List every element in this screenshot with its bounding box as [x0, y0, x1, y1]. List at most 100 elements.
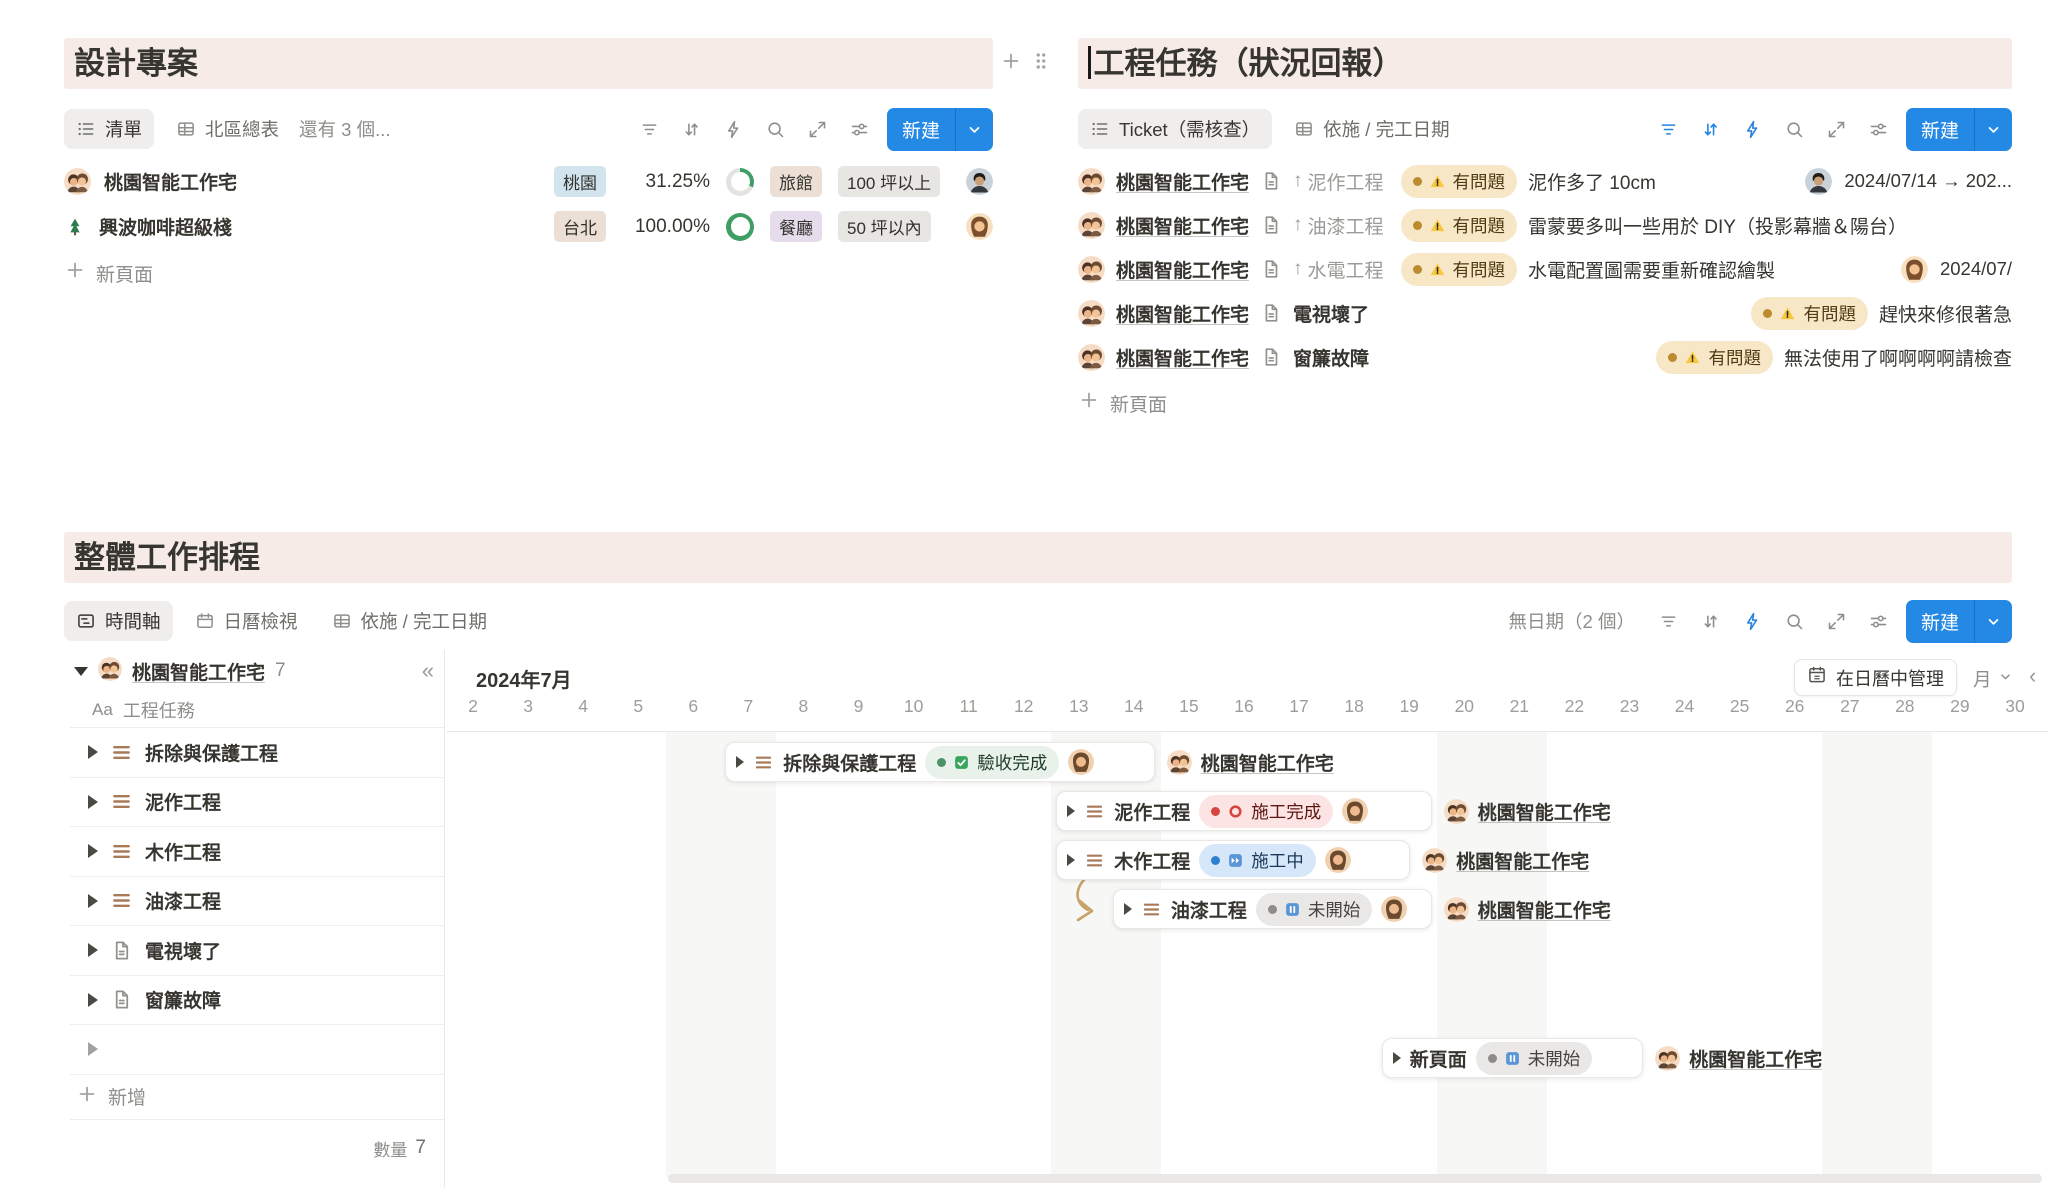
status-badge-problem[interactable]: 有問題: [1401, 209, 1518, 242]
project-row[interactable]: 興波咖啡超級棧台北100.00%餐廳50 坪以內: [64, 204, 993, 249]
timeline-bar[interactable]: 拆除與保護工程驗收完成: [725, 742, 1155, 782]
zoom-level-select[interactable]: 月: [1973, 666, 2014, 692]
bar-project-link[interactable]: 桃園智能工作宅: [1422, 847, 1589, 874]
status-badge-acceptance[interactable]: 驗收完成: [925, 746, 1059, 779]
expand-icon[interactable]: [807, 119, 828, 140]
task-label[interactable]: 泥作工程: [145, 788, 221, 815]
sidebar-group-header[interactable]: 桃園智能工作宅 7 «: [70, 650, 444, 692]
timeline-bar[interactable]: 油漆工程未開始: [1113, 889, 1432, 929]
ticket-row[interactable]: 桃園智能工作宅↑泥作工程有問題泥作多了 10cm2024/07/14 → 202…: [1078, 159, 2012, 203]
task-label[interactable]: 窗簾故障: [145, 986, 221, 1013]
new-button-chevron[interactable]: [1974, 600, 2012, 643]
tab-0[interactable]: 時間軸: [64, 601, 173, 641]
manage-in-calendar-label[interactable]: 在日曆中管理: [1836, 665, 1944, 691]
bar-project-link[interactable]: 桃園智能工作宅: [1444, 798, 1611, 825]
ticket-project-link[interactable]: 桃園智能工作宅: [1116, 344, 1249, 371]
tab-1[interactable]: 北區總表: [164, 109, 291, 149]
expand-triangle-icon[interactable]: [1067, 854, 1075, 866]
new-page-button[interactable]: 新頁面: [64, 259, 993, 287]
expand-icon[interactable]: [1826, 119, 1847, 140]
city-tag[interactable]: 台北: [554, 211, 606, 242]
ticket-project-link[interactable]: 桃園智能工作宅: [1116, 168, 1249, 195]
bolt-icon[interactable]: [723, 119, 744, 140]
project-row[interactable]: 桃園智能工作宅桃園31.25%旅館100 坪以上: [64, 159, 993, 204]
sliders-icon[interactable]: [1868, 119, 1889, 140]
manage-in-calendar-button[interactable]: 在日曆中管理: [1794, 659, 1957, 696]
search-icon[interactable]: [1784, 119, 1805, 140]
bar-project-link[interactable]: 桃園智能工作宅: [1167, 749, 1334, 776]
bolt-icon[interactable]: [1742, 119, 1763, 140]
task-label[interactable]: 拆除與保護工程: [145, 739, 278, 766]
title-column-header[interactable]: Aa 工程任務: [70, 692, 444, 728]
scroll-left-icon[interactable]: ‹: [2029, 663, 2036, 689]
bar-task-label[interactable]: 油漆工程: [1171, 896, 1247, 923]
tab-more-views[interactable]: 還有 3 個...: [299, 116, 391, 142]
add-row-label[interactable]: 新增: [108, 1083, 146, 1110]
tab-0[interactable]: 清單: [64, 109, 154, 149]
filter-icon[interactable]: [1658, 119, 1679, 140]
search-icon[interactable]: [765, 119, 786, 140]
bar-task-label[interactable]: 新頁面: [1410, 1045, 1467, 1072]
ticket-project-link[interactable]: 桃園智能工作宅: [1116, 212, 1249, 239]
bar-task-label[interactable]: 泥作工程: [1114, 798, 1190, 825]
drag-handle-icon[interactable]: [1030, 50, 1052, 77]
ticket-row[interactable]: 桃園智能工作宅窗簾故障有問題無法使用了啊啊啊啊請檢查: [1078, 335, 2012, 379]
project-name[interactable]: 興波咖啡超級棧: [99, 213, 232, 240]
tab-0[interactable]: Ticket（需核查）: [1078, 109, 1272, 149]
expand-triangle-icon[interactable]: [88, 745, 98, 759]
sidebar-task-row[interactable]: 窗簾故障: [70, 976, 444, 1026]
new-button-label[interactable]: 新建: [887, 108, 955, 151]
status-badge-problem[interactable]: 有問題: [1751, 297, 1868, 330]
new-button[interactable]: 新建: [887, 108, 993, 151]
timeline-bar[interactable]: 泥作工程施工完成: [1056, 791, 1432, 831]
expand-triangle-icon[interactable]: [1393, 1052, 1401, 1064]
sidebar-task-row[interactable]: 木作工程: [70, 827, 444, 877]
sort-icon[interactable]: [1700, 611, 1721, 632]
sidebar-task-row[interactable]: 拆除與保護工程: [70, 728, 444, 778]
bar-project-link[interactable]: 桃園智能工作宅: [1444, 896, 1611, 923]
project-name[interactable]: 桃園智能工作宅: [104, 168, 237, 195]
expand-triangle-icon[interactable]: [1067, 805, 1075, 817]
status-badge-notstarted[interactable]: 未開始: [1476, 1042, 1593, 1075]
new-button-chevron[interactable]: [955, 108, 993, 151]
task-label[interactable]: 電視壞了: [145, 937, 221, 964]
expand-triangle-icon[interactable]: [88, 1042, 98, 1056]
size-tag[interactable]: 100 坪以上: [838, 166, 940, 197]
relation-link[interactable]: ↑泥作工程: [1293, 168, 1384, 195]
ticket-row[interactable]: 桃園智能工作宅電視壞了有問題趕快來修很著急: [1078, 291, 2012, 335]
status-badge-done[interactable]: 施工完成: [1199, 795, 1333, 828]
expand-triangle-icon[interactable]: [88, 894, 98, 908]
ticket-project-link[interactable]: 桃園智能工作宅: [1116, 256, 1249, 283]
bar-project-name[interactable]: 桃園智能工作宅: [1689, 1045, 1822, 1072]
date-range[interactable]: 2024/07/: [1940, 258, 2012, 280]
date-range[interactable]: 2024/07/14 → 202...: [1844, 170, 2012, 192]
sidebar-task-row[interactable]: 油漆工程: [70, 877, 444, 927]
tab-1[interactable]: 依施 / 完工日期: [1282, 109, 1461, 149]
type-tag[interactable]: 餐廳: [770, 211, 822, 242]
new-page-label[interactable]: 新頁面: [1110, 390, 1167, 417]
tab-1[interactable]: 日曆檢視: [183, 601, 310, 641]
filter-icon[interactable]: [1658, 611, 1679, 632]
ticket-title[interactable]: 電視壞了: [1293, 300, 1369, 327]
filter-icon[interactable]: [639, 119, 660, 140]
sliders-icon[interactable]: [1868, 611, 1889, 632]
bar-project-name[interactable]: 桃園智能工作宅: [1201, 749, 1334, 776]
expand-triangle-icon[interactable]: [736, 756, 744, 768]
sort-icon[interactable]: [681, 119, 702, 140]
task-label[interactable]: 油漆工程: [145, 887, 221, 914]
sidebar-task-row[interactable]: 泥作工程: [70, 778, 444, 828]
project-link[interactable]: 桃園智能工作宅: [132, 658, 265, 685]
ticket-row[interactable]: 桃園智能工作宅↑油漆工程有問題雷蒙要多叫一些用於 DIY（投影幕牆＆陽台）: [1078, 203, 2012, 247]
insert-block-plus-icon[interactable]: [1000, 50, 1022, 77]
tab-2[interactable]: 依施 / 完工日期: [320, 601, 499, 641]
status-badge-inprogress[interactable]: 施工中: [1199, 844, 1316, 877]
status-badge-problem[interactable]: 有問題: [1656, 341, 1773, 374]
new-button-label[interactable]: 新建: [1906, 600, 1974, 643]
size-tag[interactable]: 50 坪以內: [838, 211, 931, 242]
add-row-button[interactable]: 新增: [70, 1075, 444, 1120]
bar-task-label[interactable]: 木作工程: [1114, 847, 1190, 874]
expand-icon[interactable]: [1826, 611, 1847, 632]
new-page-label[interactable]: 新頁面: [96, 260, 153, 287]
status-badge-problem[interactable]: 有問題: [1401, 165, 1518, 198]
expand-triangle-icon[interactable]: [1124, 903, 1132, 915]
